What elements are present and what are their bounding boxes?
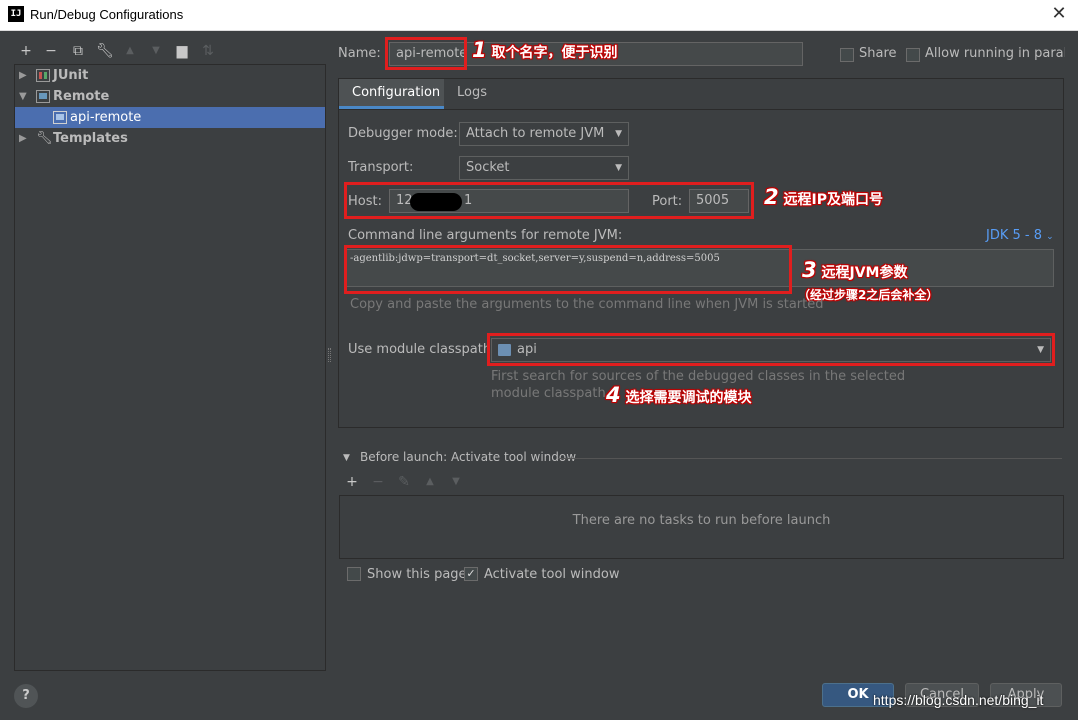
debugger-mode-select[interactable]: Attach to remote JVM ▼ (459, 122, 629, 146)
expand-arrow-icon[interactable]: ▶ (19, 65, 27, 86)
annotation-box-4 (487, 333, 1055, 366)
wrench-icon: 🔧︎ (36, 131, 53, 146)
chevron-down-icon: ▼ (615, 129, 622, 139)
help-button[interactable]: ? (14, 684, 38, 708)
move-up-icon[interactable]: ▲ (122, 43, 138, 59)
tree-item-label: Remote (53, 89, 110, 104)
jdk-link-text: JDK 5 - 8 (986, 228, 1042, 243)
add-icon[interactable]: + (18, 43, 34, 59)
no-tasks-text: There are no tasks to run before launch (572, 513, 831, 528)
collapse-arrow-icon[interactable]: ▼ (343, 453, 350, 463)
transport-select[interactable]: Socket ▼ (459, 156, 629, 180)
splitter-handle[interactable] (328, 348, 331, 362)
jdk-version-link[interactable]: JDK 5 - 8 ⌄ (986, 228, 1054, 243)
annotation-2: 2 远程IP及端口号 (764, 185, 883, 209)
move-up-icon[interactable]: ▲ (422, 474, 438, 490)
module-hint-line1: First search for sources of the debugged… (491, 369, 906, 384)
remove-task-icon[interactable]: − (370, 474, 386, 490)
activate-tool-label: Activate tool window (484, 567, 620, 582)
divider (558, 458, 1062, 459)
wrench-icon[interactable]: 🔧︎ (96, 43, 114, 59)
intellij-app-icon: IJ (8, 6, 24, 22)
show-page-checkbox[interactable] (347, 567, 361, 581)
remove-icon[interactable]: − (43, 43, 59, 59)
sort-icon[interactable]: ⇅ (200, 43, 216, 59)
tree-item-label: Templates (53, 131, 128, 146)
before-launch-tasks-list: There are no tasks to run before launch (339, 495, 1064, 559)
junit-icon (36, 69, 50, 82)
cmd-label: Command line arguments for remote JVM: (348, 228, 623, 243)
tree-item-api-remote[interactable]: api-remote (15, 107, 325, 128)
allow-parallel-checkbox[interactable] (906, 48, 920, 62)
remote-icon (36, 90, 50, 103)
annotation-4: 4 选择需要调试的模块 (606, 383, 752, 407)
transport-label: Transport: (348, 160, 414, 175)
annotation-box-1 (385, 37, 467, 70)
title-bar: IJ Run/Debug Configurations ✕ (0, 0, 1078, 31)
activate-tool-checkbox[interactable]: ✓ (464, 567, 478, 581)
module-hint-line2: module classpath (491, 386, 606, 401)
annotation-box-2 (344, 182, 754, 219)
window-title: Run/Debug Configurations (30, 7, 184, 22)
tab-divider (339, 109, 1063, 110)
tab-logs[interactable]: Logs (444, 79, 499, 109)
tab-configuration[interactable]: Configuration (339, 79, 444, 109)
module-classpath-label: Use module classpath: (348, 342, 496, 357)
chevron-down-icon: ⌄ (1046, 232, 1054, 242)
annotation-3: 3 远程JVM参数 (802, 258, 908, 282)
expand-arrow-icon[interactable]: ▶ (19, 128, 27, 149)
name-label: Name: (338, 46, 381, 61)
tab-label: Configuration (352, 85, 441, 100)
share-label: Share (859, 46, 897, 61)
chevron-down-icon: ▼ (615, 163, 622, 173)
configuration-tree: ▶ JUnit ▼ Remote api-remote ▶ 🔧︎ Templat… (14, 64, 326, 671)
tree-item-label: JUnit (53, 68, 89, 83)
tree-item-junit[interactable]: ▶ JUnit (15, 65, 325, 86)
debugger-mode-label: Debugger mode: (348, 126, 458, 141)
remote-config-icon (53, 111, 67, 124)
tree-item-templates[interactable]: ▶ 🔧︎ Templates (15, 128, 325, 149)
edit-task-icon[interactable]: ✎ (396, 474, 412, 490)
watermark: https://blog.csdn.net/bing_it (873, 692, 1044, 708)
move-down-icon[interactable]: ▼ (148, 43, 164, 59)
annotation-box-3 (344, 245, 792, 294)
annotation-1: 1 取个名字，便于识别 (472, 38, 618, 62)
add-task-icon[interactable]: + (344, 474, 360, 490)
debugger-mode-value: Attach to remote JVM (466, 126, 605, 141)
show-page-label: Show this page (367, 567, 467, 582)
transport-value: Socket (466, 160, 510, 175)
folder-icon[interactable]: ▆ (174, 43, 190, 59)
copy-icon[interactable]: ⧉ (70, 43, 86, 59)
close-icon[interactable]: ✕ (1048, 3, 1070, 25)
tab-label: Logs (457, 85, 487, 100)
share-checkbox[interactable] (840, 48, 854, 62)
allow-parallel-label: Allow running in parallel (925, 46, 1065, 61)
before-launch-label: Before launch: Activate tool window (360, 450, 577, 464)
tree-item-remote[interactable]: ▼ Remote (15, 86, 325, 107)
move-down-icon[interactable]: ▼ (448, 474, 464, 490)
tree-item-label: api-remote (70, 110, 142, 125)
collapse-arrow-icon[interactable]: ▼ (19, 86, 27, 107)
cmd-hint: Copy and paste the arguments to the comm… (350, 297, 824, 312)
